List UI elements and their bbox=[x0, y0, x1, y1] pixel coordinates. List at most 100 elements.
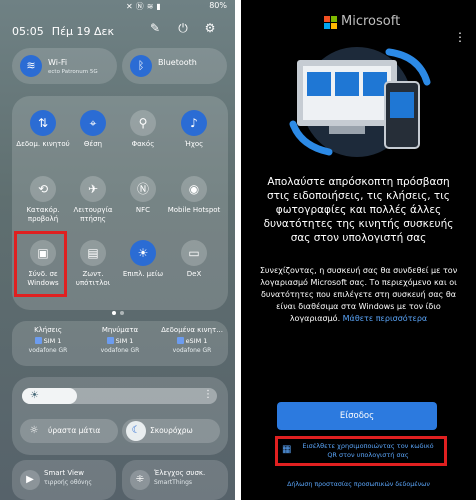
brightness-slider[interactable]: ☀ ⋮ bbox=[22, 388, 217, 404]
more-options-icon[interactable]: ⋮ bbox=[454, 30, 466, 44]
bluetooth-icon: ᛒ bbox=[130, 55, 152, 77]
sim-data: Δεδομένα κινητ... eSIM 1 vodafone GR bbox=[158, 326, 226, 354]
sim-carrier: vodafone GR bbox=[28, 347, 68, 354]
dark-mode-label: Σκουρόχρω bbox=[150, 426, 193, 435]
bluetooth-toggle[interactable]: ᛒ Bluetooth bbox=[122, 48, 227, 84]
sim-slot: SIM 1 bbox=[14, 337, 82, 345]
more-options-icon[interactable]: ⋮ bbox=[203, 389, 213, 400]
sim-manager[interactable]: Κλήσεις SIM 1 vodafone GR Μηνύματα SIM 1… bbox=[12, 321, 228, 366]
wifi-toggle[interactable]: ≋ Wi-Fi ecto Patronum 5G bbox=[12, 48, 117, 84]
sim-slot: eSIM 1 bbox=[158, 337, 226, 345]
brightness-card: ☀ ⋮ ☼ ύραστα μάτια ☾ Σκουρόχρω bbox=[12, 377, 228, 455]
airplane-icon: ✈ bbox=[80, 176, 106, 202]
tile-dex[interactable]: ▭ DeX bbox=[167, 240, 221, 279]
learn-more-link[interactable]: Μάθετε περισσότερα bbox=[343, 314, 428, 323]
sound-icon: ♪ bbox=[181, 110, 207, 136]
monitor-stand bbox=[329, 126, 365, 134]
hotspot-icon: ◉ bbox=[181, 176, 207, 202]
tile-mobile-data[interactable]: ⇅ Δεδομ. κινητού bbox=[16, 110, 70, 149]
sim-carrier: vodafone GR bbox=[100, 347, 140, 354]
highlight-box bbox=[275, 436, 447, 466]
sim-heading: Δεδομένα κινητ... bbox=[161, 326, 223, 334]
date: Πέμ 19 Δεκ bbox=[51, 25, 114, 38]
power-icon[interactable]: ⏻ bbox=[175, 20, 191, 36]
nfc-icon: Ⓝ bbox=[130, 176, 156, 202]
smart-view-icon: ▶ bbox=[20, 470, 40, 490]
device-control-title: Έλεγχος συσκ. bbox=[154, 469, 206, 477]
sim-messages: Μηνύματα SIM 1 vodafone GR bbox=[86, 326, 154, 354]
photo-tile bbox=[363, 72, 387, 96]
sim-heading: Κλήσεις bbox=[34, 326, 62, 334]
tile-live-caption[interactable]: ▤ Ζωντ. υπότιτλοι bbox=[66, 240, 120, 288]
tile-flashlight[interactable]: ⚲ Φακός bbox=[116, 110, 170, 149]
tile-airplane[interactable]: ✈ Λειτουργία πτήσης bbox=[66, 176, 120, 224]
sign-in-button[interactable]: Είσοδος bbox=[277, 402, 437, 430]
sim-carrier: vodafone GR bbox=[172, 347, 212, 354]
moon-icon: ☾ bbox=[126, 421, 146, 441]
eye-comfort-label: ύραστα μάτια bbox=[48, 426, 101, 435]
battery-level: 80% bbox=[209, 1, 227, 10]
device-control-button[interactable]: ⁜ Έλεγχος συσκ. SmartThings bbox=[122, 460, 228, 500]
sim-heading: Μηνύματα bbox=[101, 326, 139, 334]
smart-view-title: Smart View bbox=[44, 469, 85, 477]
tile-label: Φακός bbox=[131, 140, 155, 148]
sim-calls: Κλήσεις SIM 1 vodafone GR bbox=[14, 326, 82, 354]
privacy-statement-link[interactable]: Δήλωση προστασίας προσωπικών δεδομένων bbox=[255, 481, 462, 488]
smartthings-icon: ⁜ bbox=[130, 470, 150, 490]
wifi-status-icon: ≋ bbox=[146, 2, 154, 11]
status-icons: ✕ Ⓝ ≋ ▮ bbox=[126, 1, 161, 12]
brand-name: Microsoft bbox=[341, 14, 401, 29]
tile-label: Επιπλ. μείω bbox=[122, 270, 164, 278]
tile-nfc[interactable]: Ⓝ NFC bbox=[116, 176, 170, 215]
tile-extra-dim[interactable]: ☀ Επιπλ. μείω bbox=[116, 240, 170, 279]
wifi-network-name: ecto Patronum 5G bbox=[48, 69, 98, 75]
tile-location[interactable]: ⌖ Θέση bbox=[66, 110, 120, 149]
extra-dim-icon: ☀ bbox=[130, 240, 156, 266]
devices-illustration bbox=[289, 47, 431, 157]
tile-sound[interactable]: ♪ Ήχος bbox=[167, 110, 221, 149]
clock: 05:05 bbox=[12, 25, 44, 38]
eye-comfort-toggle[interactable]: ☼ ύραστα μάτια bbox=[20, 419, 118, 443]
tile-label: Θέση bbox=[83, 140, 103, 148]
microsoft-logo-icon bbox=[324, 16, 337, 29]
tile-label: NFC bbox=[135, 206, 151, 214]
tile-label: DeX bbox=[186, 270, 202, 278]
brightness-icon: ☀ bbox=[30, 390, 39, 401]
tile-label: Ζωντ. υπότιτλοι bbox=[75, 270, 111, 287]
sim-name: SIM 1 bbox=[115, 337, 134, 345]
highlight-box bbox=[14, 231, 67, 297]
edit-icon[interactable]: ✎ bbox=[147, 20, 163, 36]
tile-rotation[interactable]: ⟲ Κατακόρ. προβολή bbox=[16, 176, 70, 224]
sim-icon bbox=[106, 337, 114, 344]
tile-label: Mobile Hotspot bbox=[167, 206, 221, 214]
page-dot bbox=[119, 311, 124, 315]
wifi-icon: ≋ bbox=[20, 55, 42, 77]
status-bar: ✕ Ⓝ ≋ ▮ 80% bbox=[0, 0, 235, 12]
tile-label: Λειτουργία πτήσης bbox=[73, 206, 113, 223]
logo-square bbox=[324, 16, 330, 22]
logo-square bbox=[324, 23, 330, 29]
headline: Απολαύστε απρόσκοπτη πρόσβαση στις ειδοπ… bbox=[263, 176, 454, 244]
tile-hotspot[interactable]: ◉ Mobile Hotspot bbox=[167, 176, 221, 215]
photo-tile bbox=[307, 72, 331, 96]
smart-view-button[interactable]: ▶ Smart View τιρροής οθόνης bbox=[12, 460, 116, 500]
phone-screen-tile bbox=[390, 92, 414, 118]
live-caption-icon: ▤ bbox=[80, 240, 106, 266]
dark-mode-toggle[interactable]: ☾ Σκουρόχρω bbox=[122, 419, 220, 443]
mobile-data-icon: ⇅ bbox=[30, 110, 56, 136]
link-to-windows-screen: Microsoft ⋮ Απολαύστε απρόσκοπτη πρόσβασ… bbox=[241, 0, 476, 500]
eye-comfort-icon: ☼ bbox=[29, 425, 39, 436]
rotation-lock-icon: ⟲ bbox=[30, 176, 56, 202]
flashlight-icon: ⚲ bbox=[130, 110, 156, 136]
smart-view-sub: τιρροής οθόνης bbox=[44, 479, 92, 486]
location-icon: ⌖ bbox=[80, 110, 106, 136]
page-indicator bbox=[0, 300, 235, 319]
panel-header: 05:05 Πέμ 19 Δεκ ✎ ⏻ ⚙ bbox=[12, 20, 225, 40]
mute-icon: ✕ bbox=[126, 2, 133, 11]
settings-gear-icon[interactable]: ⚙ bbox=[202, 20, 218, 36]
tile-label: Δεδομ. κινητού bbox=[16, 140, 70, 148]
signal-icon: ▮ bbox=[156, 2, 161, 11]
sim-icon bbox=[34, 337, 42, 344]
description: Συνεχίζοντας, η συσκευή σας θα συνδεθεί … bbox=[255, 265, 462, 325]
tile-label: Ήχος bbox=[184, 140, 204, 148]
